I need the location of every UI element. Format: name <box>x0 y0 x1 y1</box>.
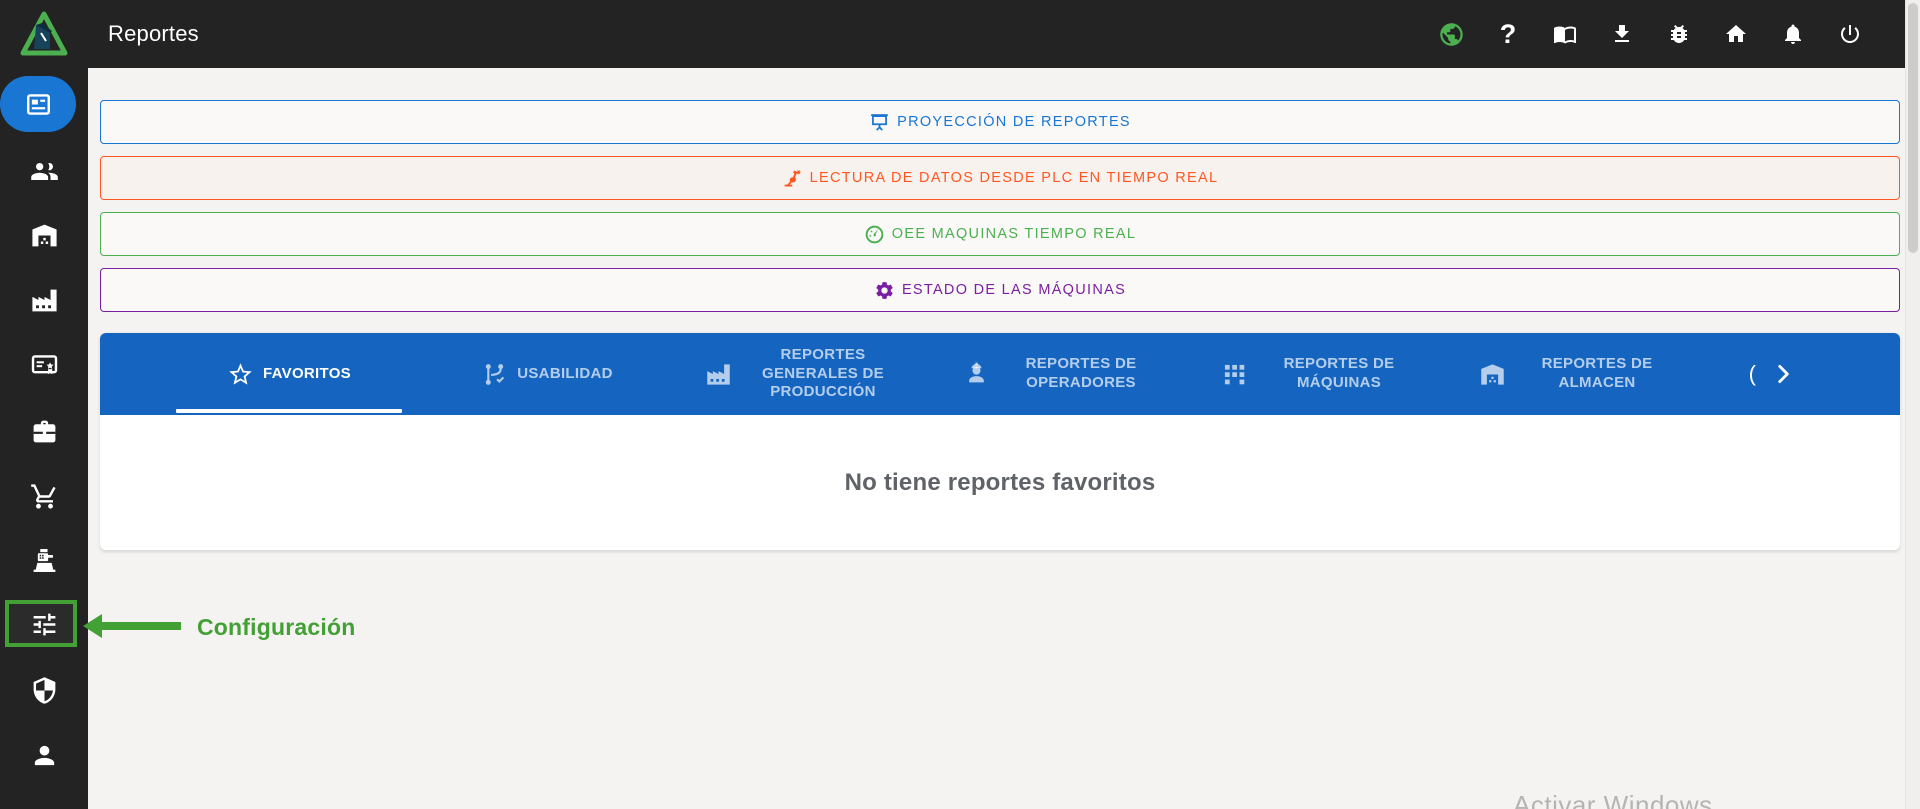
sidebar-item-warehouse[interactable] <box>0 207 88 263</box>
machines-grid-icon <box>1224 364 1244 384</box>
plc-robotic-arm-icon <box>782 168 803 189</box>
sidebar-item-sales[interactable] <box>0 468 88 524</box>
warehouse-icon <box>30 221 59 250</box>
banner-plc-realtime[interactable]: LECTURA DE DATOS DESDE PLC EN TIEMPO REA… <box>100 156 1900 200</box>
activate-windows-watermark: Activar Windows <box>1513 790 1713 809</box>
banner-projection-reports[interactable]: PROYECCIÓN DE REPORTES <box>100 100 1900 144</box>
cash-register-icon <box>30 546 59 575</box>
tab-reportes-maquinas[interactable]: REPORTES DE MÁQUINAS <box>1192 333 1450 415</box>
factory-icon <box>706 363 730 385</box>
sidebar-item-jobs[interactable] <box>0 403 88 459</box>
tab-overflow-indicator: ( <box>1748 361 1756 386</box>
help-icon[interactable]: ? <box>1491 17 1525 51</box>
sidebar-item-reports[interactable] <box>0 76 76 132</box>
briefcase-icon <box>30 417 59 446</box>
active-tab-underline <box>176 409 402 413</box>
tab-reportes-produccion[interactable]: REPORTES GENERALES DE PRODUCCIÓN <box>676 333 934 415</box>
tab-reportes-almacen[interactable]: REPORTES DE ALMACEN <box>1450 333 1708 415</box>
sidebar-item-security[interactable] <box>0 662 88 718</box>
configuration-arrow-icon <box>83 614 102 638</box>
sidebar-item-billing[interactable] <box>0 532 88 588</box>
manual-book-icon[interactable] <box>1548 17 1582 51</box>
banner-label: ESTADO DE LAS MÁQUINAS <box>901 282 1127 298</box>
workflow-branch-icon <box>486 363 505 385</box>
header-icon-bar: ? <box>1434 17 1905 51</box>
gear-icon <box>874 280 895 301</box>
certificate-icon <box>30 351 59 380</box>
configuration-highlight-box <box>5 600 77 647</box>
favorites-panel: No tiene reportes favoritos <box>100 415 1900 550</box>
warehouse-icon <box>1480 363 1504 385</box>
app-logo[interactable] <box>20 11 68 57</box>
sidebar-item-production[interactable] <box>0 272 88 328</box>
security-shield-icon <box>30 676 59 705</box>
empty-favorites-message: No tiene reportes favoritos <box>844 468 1156 496</box>
home-icon[interactable] <box>1719 17 1753 51</box>
sidebar-item-profile[interactable] <box>0 727 88 783</box>
speedometer-icon <box>864 224 885 245</box>
configuration-annotation-label: Configuración <box>197 614 356 640</box>
banner-label: LECTURA DE DATOS DESDE PLC EN TIEMPO REA… <box>809 170 1219 186</box>
tab-favoritos[interactable]: FAVORITOS <box>160 333 418 415</box>
power-icon[interactable] <box>1833 17 1867 51</box>
configuration-arrow-line <box>101 622 181 630</box>
banner-machine-status[interactable]: ESTADO DE LAS MÁQUINAS <box>100 268 1900 312</box>
download-icon[interactable] <box>1605 17 1639 51</box>
sidebar-item-users[interactable] <box>0 143 88 199</box>
chevron-right-icon[interactable] <box>1770 361 1796 387</box>
tab-usabilidad[interactable]: USABILIDAD <box>418 333 676 415</box>
banner-oee-realtime[interactable]: OEE MAQUINAS TIEMPO REAL <box>100 212 1900 256</box>
operator-helmet-icon <box>968 362 984 382</box>
star-icon <box>229 362 252 385</box>
sidebar-nav <box>0 0 88 809</box>
scrollbar-thumb[interactable] <box>1908 3 1918 253</box>
globe-icon[interactable] <box>1434 17 1468 51</box>
shopping-cart-icon <box>30 482 59 511</box>
newspaper-reports-icon <box>24 90 53 119</box>
factory-icon <box>30 286 59 315</box>
sidebar-item-certificates[interactable] <box>0 337 88 393</box>
tab-reportes-operadores[interactable]: REPORTES DE OPERADORES <box>934 333 1192 415</box>
projection-screen-icon <box>869 112 890 133</box>
notifications-icon[interactable] <box>1776 17 1810 51</box>
user-icon <box>30 741 59 770</box>
vertical-scrollbar[interactable] <box>1905 0 1920 809</box>
bug-report-icon[interactable] <box>1662 17 1696 51</box>
top-header: Reportes ? <box>0 0 1905 68</box>
page-title: Reportes <box>108 21 199 46</box>
banner-label: OEE MAQUINAS TIEMPO REAL <box>891 226 1137 242</box>
people-icon <box>30 157 59 186</box>
reports-tab-bar: FAVORITOS USABILIDAD REPORTES GENERALES … <box>100 333 1900 415</box>
banner-label: PROYECCIÓN DE REPORTES <box>897 114 1131 130</box>
